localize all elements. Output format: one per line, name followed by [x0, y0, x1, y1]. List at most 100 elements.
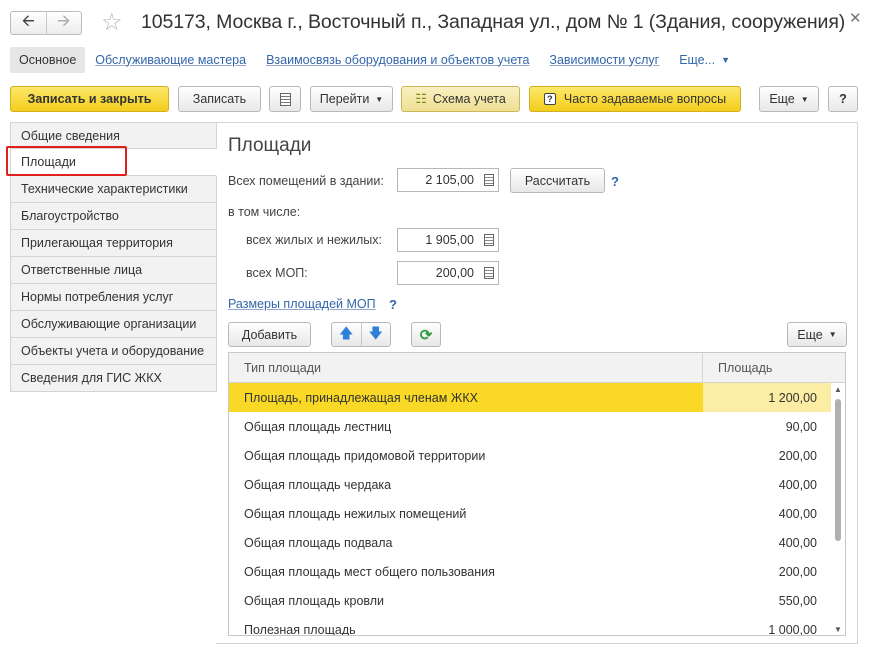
report-button[interactable] — [269, 86, 301, 112]
calculator-icon[interactable] — [480, 169, 498, 191]
table-scrollbar[interactable]: ▲ ▼ — [831, 383, 845, 635]
calculate-button[interactable]: Рассчитать — [510, 168, 605, 193]
arrow-up-icon[interactable]: 🡅 — [332, 323, 362, 346]
history-nav: 🡨 🡪 — [10, 11, 82, 35]
calculator-icon[interactable] — [480, 229, 498, 251]
back-button[interactable]: 🡨 — [11, 12, 47, 34]
nav-link-masters[interactable]: Обслуживающие мастера — [95, 53, 246, 67]
cell-type: Общая площадь кровли — [244, 593, 385, 608]
table-row[interactable]: Общая площадь лестниц 90,00 — [229, 412, 845, 441]
mop-area-field[interactable]: 200,00 — [397, 261, 499, 285]
cell-area: 200,00 — [778, 448, 817, 463]
mop-area-label: всех МОП: — [246, 266, 308, 280]
document-list-icon — [279, 92, 291, 106]
faq-button[interactable]: ? Часто задаваемые вопросы — [529, 86, 741, 112]
mop-area-value: 200,00 — [435, 266, 474, 280]
save-button[interactable]: Записать — [178, 86, 261, 112]
sidebar-item-service-orgs[interactable]: Обслуживающие организации — [10, 311, 217, 338]
cell-type: Общая площадь подвала — [244, 535, 393, 550]
goto-label: Перейти — [319, 92, 370, 106]
goto-menu-button[interactable]: Перейти ▼ — [310, 86, 393, 112]
table-row[interactable]: Общая площадь нежилых помещений 400,00 — [229, 499, 845, 528]
table-row[interactable]: Площадь, принадлежащая членам ЖКХ 1 200,… — [229, 383, 845, 412]
cell-area: 400,00 — [778, 477, 817, 492]
areas-table: Тип площади Площадь Площадь, принадлежащ… — [228, 352, 846, 636]
help-button[interactable]: ? — [828, 86, 858, 112]
question-icon: ? — [543, 93, 556, 105]
sidebar-item-technical[interactable]: Технические характеристики — [10, 176, 217, 203]
title-bar: 🡨 🡪 ☆ 105173, Москва г., Восточный п., З… — [0, 0, 871, 44]
triangle-down-icon: ▼ — [375, 94, 384, 104]
sidebar-item-improvement[interactable]: Благоустройство — [10, 203, 217, 230]
total-area-field[interactable]: 2 105,00 — [397, 168, 499, 192]
refresh-icon: ⟳ — [419, 326, 433, 344]
column-header-area[interactable]: Площадь — [703, 353, 831, 382]
section-sidebar: Общие сведения Площади Технические харак… — [10, 122, 217, 392]
cell-area: 400,00 — [778, 535, 817, 550]
faq-label: Часто задаваемые вопросы — [563, 92, 727, 106]
add-row-button[interactable]: Добавить — [228, 322, 311, 347]
cell-area: 400,00 — [778, 506, 817, 521]
sidebar-item-areas[interactable]: Площади — [10, 149, 217, 176]
scrollbar-thumb[interactable] — [835, 399, 841, 541]
total-area-value: 2 105,00 — [425, 173, 474, 187]
form-nav-panel: Основное Обслуживающие мастера Взаимосвя… — [10, 46, 730, 73]
table-more-button[interactable]: Еще ▼ — [787, 322, 847, 347]
table-more-label: Еще — [797, 327, 823, 342]
more-actions-button[interactable]: Еще ▼ — [759, 86, 819, 112]
help-icon[interactable]: ? — [389, 297, 397, 312]
sidebar-item-consumption-norms[interactable]: Нормы потребления услуг — [10, 284, 217, 311]
star-icon[interactable]: ☆ — [101, 8, 123, 37]
living-area-value: 1 905,00 — [425, 233, 474, 247]
more-label: Еще — [769, 92, 795, 106]
help-icon[interactable]: ? — [611, 174, 619, 189]
cell-type: Общая площадь мест общего пользования — [244, 564, 495, 579]
cell-type: Полезная площадь — [244, 622, 356, 636]
living-area-field[interactable]: 1 905,00 — [397, 228, 499, 252]
nav-main[interactable]: Основное — [10, 46, 86, 73]
section-title: Площади — [228, 135, 312, 156]
sidebar-item-gis[interactable]: Сведения для ГИС ЖКХ — [10, 365, 217, 392]
triangle-down-icon: ▼ — [721, 54, 730, 65]
cell-type: Площадь, принадлежащая членам ЖКХ — [229, 383, 703, 412]
table-row[interactable]: Общая площадь мест общего пользования 20… — [229, 557, 845, 586]
cell-type: Общая площадь нежилых помещений — [244, 506, 467, 521]
cell-area: 90,00 — [785, 419, 817, 434]
sidebar-item-accounting-objects[interactable]: Объекты учета и оборудование — [10, 338, 217, 365]
cell-type: Общая площадь лестниц — [244, 419, 392, 434]
cell-type: Общая площадь придомовой территории — [244, 448, 486, 463]
table-header: Тип площади Площадь — [229, 353, 845, 383]
cell-area: 550,00 — [778, 593, 817, 608]
cell-area: 1 200,00 — [703, 383, 831, 412]
arrow-left-icon: 🡨 — [21, 12, 35, 30]
refresh-button[interactable]: ⟳ — [411, 322, 441, 347]
triangle-down-icon[interactable]: ▼ — [834, 625, 842, 634]
table-row[interactable]: Полезная площадь 1 000,00 — [229, 615, 845, 636]
save-and-close-button[interactable]: Записать и закрыть — [10, 86, 169, 112]
column-header-type[interactable]: Тип площади — [229, 353, 703, 382]
nav-more-menu[interactable]: Еще... ▼ — [679, 53, 730, 67]
cell-area: 1 000,00 — [768, 622, 817, 636]
mop-sizes-link[interactable]: Размеры площадей МОП — [228, 297, 376, 311]
table-row[interactable]: Общая площадь придомовой территории 200,… — [229, 441, 845, 470]
sidebar-item-adjacent-territory[interactable]: Прилегающая территория — [10, 230, 217, 257]
move-buttons: 🡅 🡇 — [331, 322, 391, 347]
scheme-label: Схема учета — [432, 92, 506, 106]
nav-link-service-dependencies[interactable]: Зависимости услуг — [549, 53, 659, 67]
table-row[interactable]: Общая площадь подвала 400,00 — [229, 528, 845, 557]
cell-area: 200,00 — [778, 564, 817, 579]
accounting-scheme-button[interactable]: ☷ Схема учета — [401, 86, 520, 112]
living-area-label: всех жилых и нежилых: — [246, 233, 383, 247]
sidebar-item-responsible[interactable]: Ответственные лица — [10, 257, 217, 284]
sidebar-item-general[interactable]: Общие сведения — [10, 122, 217, 149]
table-row[interactable]: Общая площадь кровли 550,00 — [229, 586, 845, 615]
triangle-down-icon: ▼ — [800, 94, 809, 104]
scheme-icon: ☷ — [415, 91, 427, 106]
close-icon[interactable]: ✕ — [849, 9, 862, 27]
forward-button[interactable]: 🡪 — [47, 12, 82, 34]
arrow-down-icon[interactable]: 🡇 — [362, 323, 391, 346]
table-row[interactable]: Общая площадь чердака 400,00 — [229, 470, 845, 499]
calculator-icon[interactable] — [480, 262, 498, 284]
triangle-up-icon[interactable]: ▲ — [834, 385, 842, 394]
nav-link-equipment-relations[interactable]: Взаимосвязь оборудования и объектов учет… — [266, 53, 529, 67]
